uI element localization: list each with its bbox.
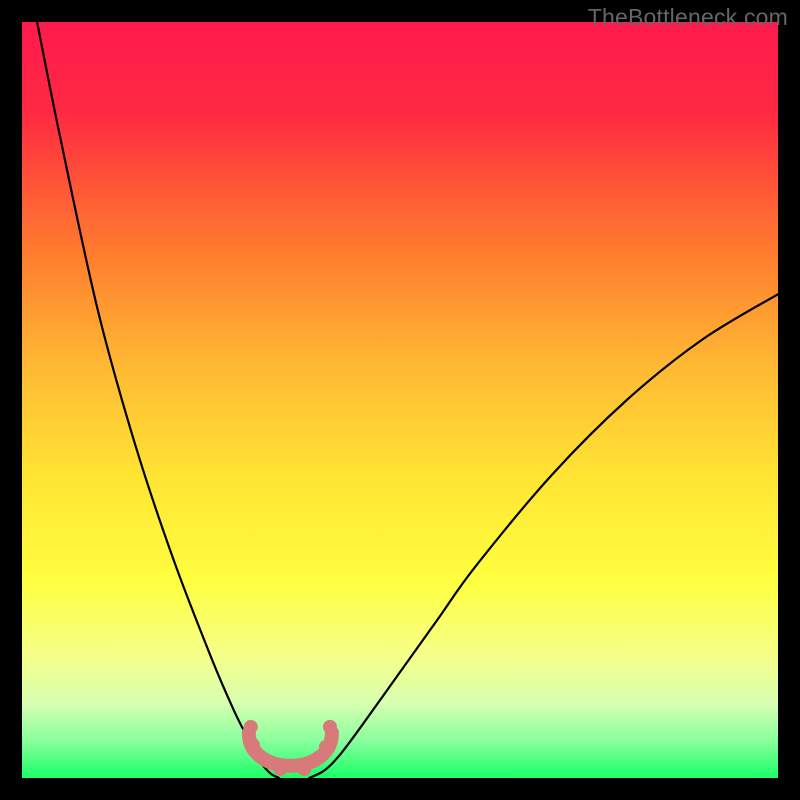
chart-frame: TheBottleneck.com (0, 0, 800, 800)
gradient-bg (22, 22, 778, 778)
chart-svg (22, 22, 778, 778)
chart-plot (22, 22, 778, 778)
watermark-label: TheBottleneck.com (588, 4, 788, 31)
